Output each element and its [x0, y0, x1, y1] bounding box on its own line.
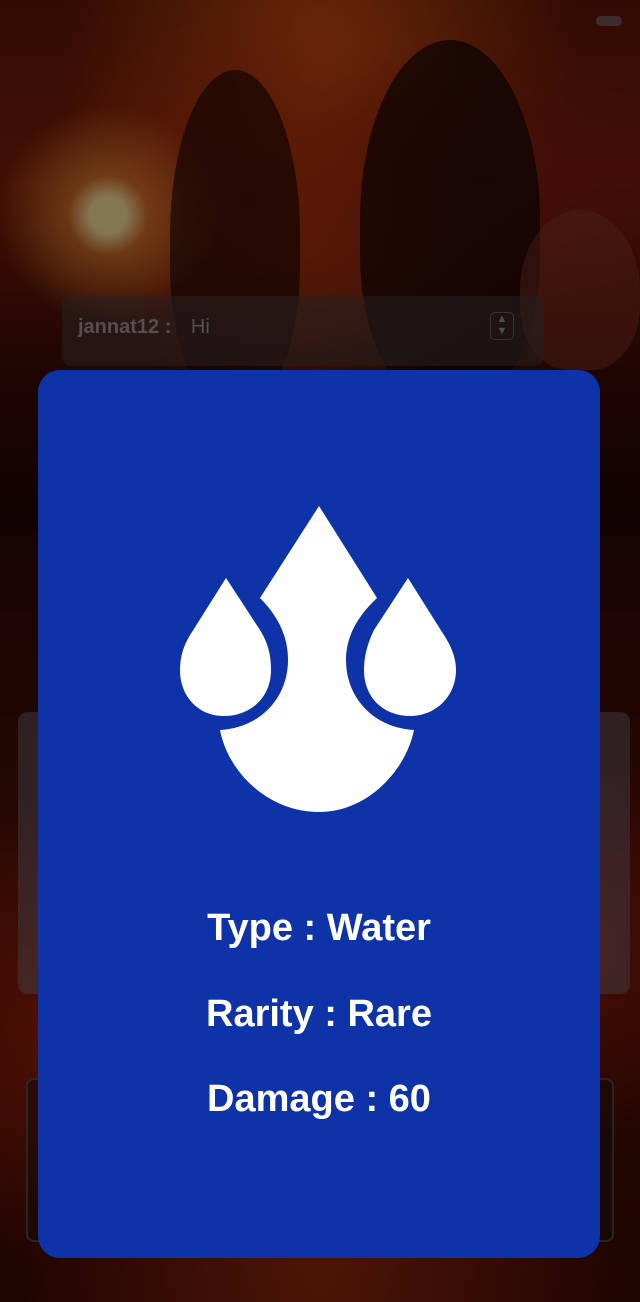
water-drops-icon	[180, 506, 456, 812]
card-detail-modal: Type : Water Rarity : Rare Damage : 60	[38, 370, 600, 1258]
card-rarity-label: Rarity : Rare	[206, 993, 432, 1035]
game-screen: jannat12 : Hi ▲ ▼ Type : Water Rarity : …	[0, 0, 640, 1302]
card-damage-label: Damage : 60	[207, 1078, 431, 1120]
card-type-label: Type : Water	[207, 907, 431, 949]
